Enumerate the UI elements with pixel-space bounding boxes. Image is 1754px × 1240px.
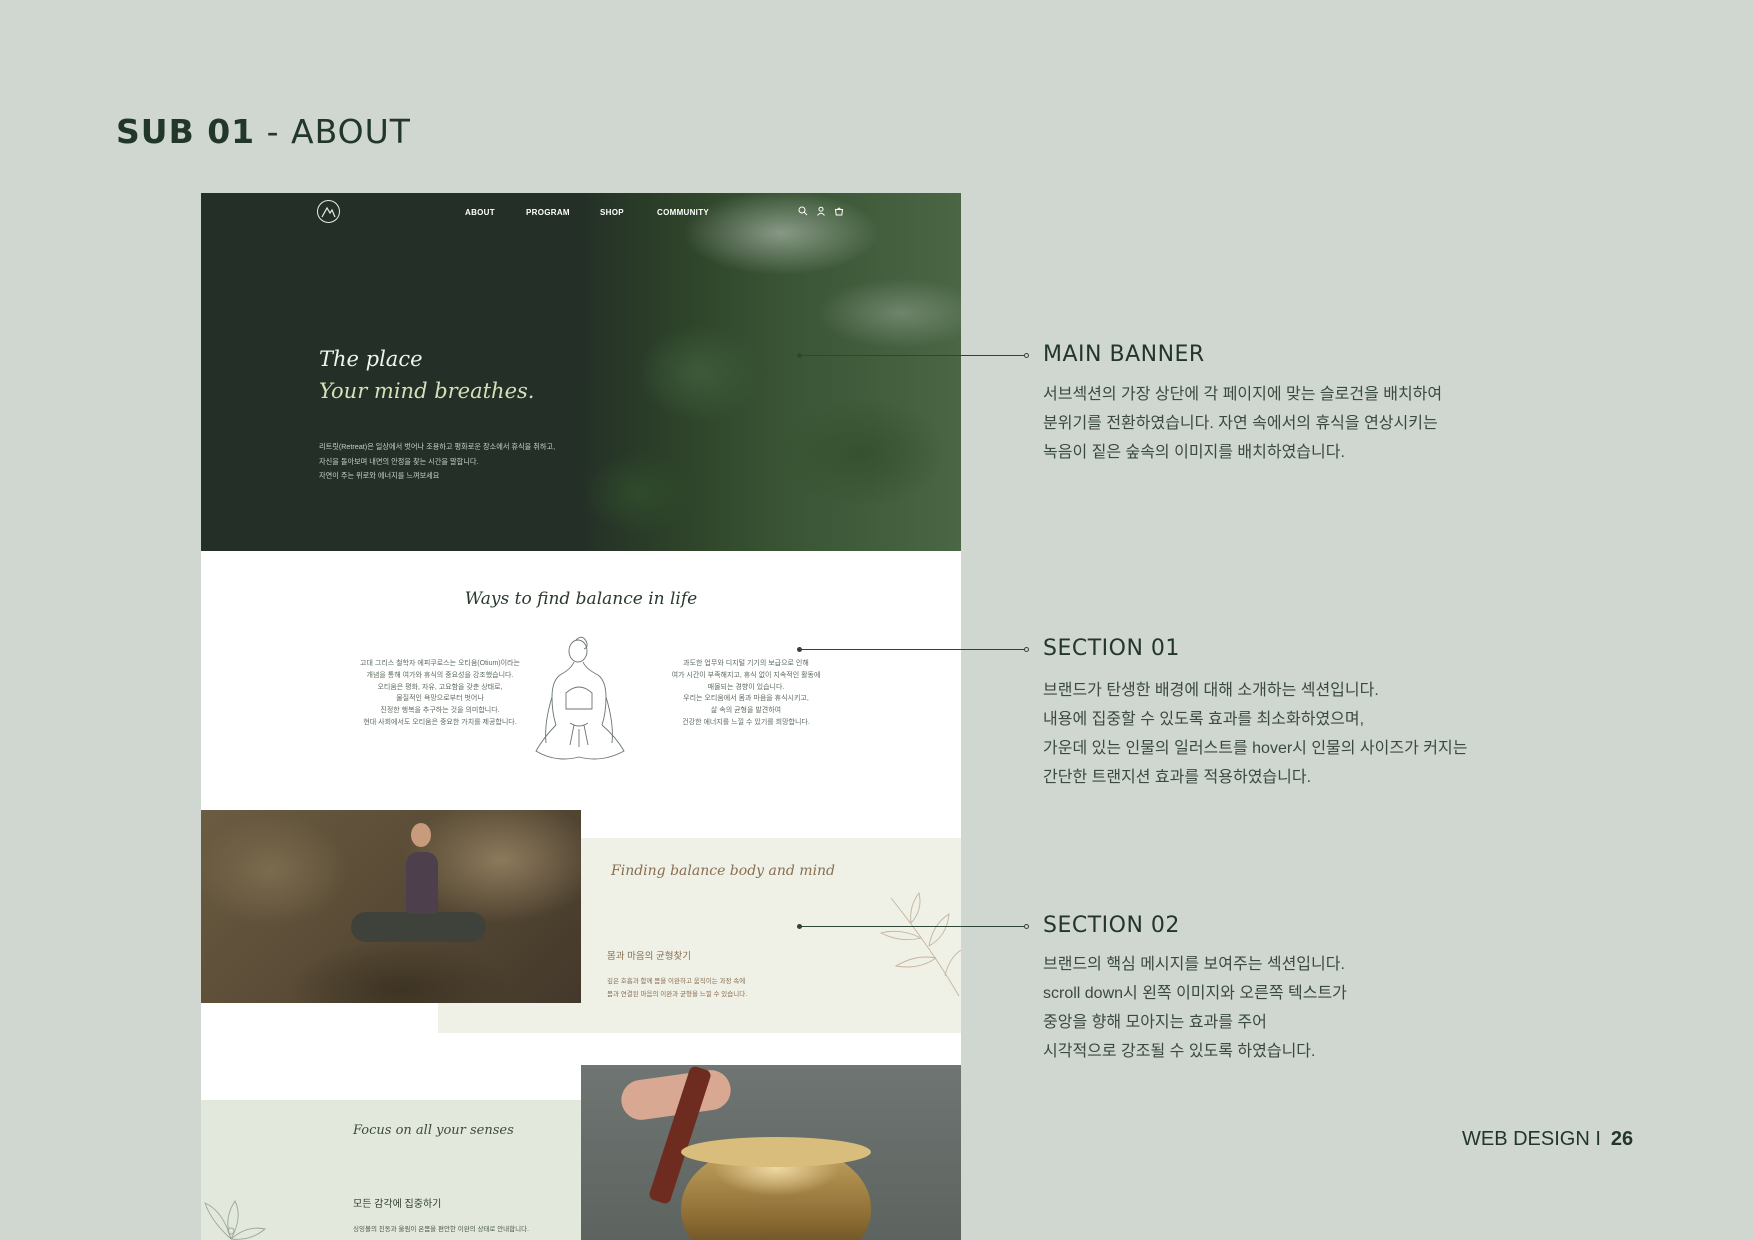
section02-title: Finding balance body and mind [611,863,836,879]
text-line: 깊은 호흡과 함께 몸을 이완하고 움직이는 과정 속에 [607,978,746,985]
annotation-line: 서브섹션의 가장 상단에 각 페이지에 맞는 슬로건을 배치하여 [1043,386,1443,403]
cart-icon[interactable] [834,206,844,216]
forest-image [581,193,961,551]
annotation-line: 중앙을 향해 모아지는 효과를 주어 [1043,1014,1267,1031]
section01-left-text: 고대 그리스 철학자 에피쿠로스는 오티움(Otium)이라는 개념을 통해 여… [340,658,540,729]
text-line: 현대 사회에서도 오티움은 중요한 가치를 제공합니다. [363,718,517,726]
footer-label: WEB DESIGN I [1462,1128,1601,1150]
main-banner: ABOUT PROGRAM SHOP COMMUNITY The place Y… [201,193,961,551]
text-line: 고대 그리스 철학자 에피쿠로스는 오티움(Otium)이라는 [360,660,520,667]
connector-line [800,649,1026,650]
leaf-illustration [879,891,961,997]
text-line: 건강한 에너지를 느낄 수 있기를 희망합니다. [682,718,810,726]
text-line: 우리는 오티움에서 몸과 마음을 휴식시키고, [683,695,809,703]
text-line: 물질적인 욕망으로부터 벗어나 [396,695,484,703]
page-title-bold: SUB 01 [116,112,256,151]
nav-shop[interactable]: SHOP [600,208,624,217]
banner-desc-line: 자신을 돌아보며 내면의 안정을 찾는 시간을 말합니다. [319,456,479,466]
singing-bowl-rim [681,1137,871,1167]
page-number: 26 [1610,1128,1634,1150]
annotation-line: 브랜드가 탄생한 배경에 대해 소개하는 섹션입니다. [1043,682,1379,699]
person-body [406,852,438,914]
annotation-line: 녹음이 짙은 숲속의 이미지를 배치하였습니다. [1043,444,1345,461]
section03-title: Focus on all your senses [353,1123,514,1138]
website-mockup: ABOUT PROGRAM SHOP COMMUNITY The place Y… [201,193,961,1240]
person-legs [351,912,486,942]
annotation-line: 내용에 집중할 수 있도록 효과를 최소화하였으며, [1043,711,1365,728]
footer: WEB DESIGN I 26 [1462,1128,1633,1151]
section02-subtitle: 몸과 마음의 균형찾기 [607,951,691,962]
connector-dot [1024,647,1029,652]
user-icon[interactable] [816,206,826,216]
section01-title: Ways to find balance in life [464,589,698,609]
nav-community[interactable]: COMMUNITY [657,208,709,217]
annotation-line: 브랜드의 핵심 메시지를 보여주는 섹션입니다. [1043,956,1345,973]
annotation-section01-body: 브랜드가 탄생한 배경에 대해 소개하는 섹션입니다. 내용에 집중할 수 있도… [1043,676,1467,792]
text-line: 진정한 행복을 추구하는 것을 의미합니다. [380,707,500,715]
search-icon[interactable] [798,206,808,216]
singing-bowl-photo [581,1065,961,1240]
annotation-line: 가운데 있는 인물의 일러스트를 hover시 인물의 사이즈가 커지는 [1043,740,1468,757]
banner-slogan: The place Your mind breathes. [319,343,534,407]
nav-about[interactable]: ABOUT [465,208,495,217]
annotation-section01-heading: SECTION 01 [1043,636,1180,661]
section03-subtitle: 모든 감각에 집중하기 [353,1199,442,1210]
text-line: 매몰되는 경향이 있습니다. [707,683,785,691]
page-title-light: - ABOUT [255,112,411,151]
yoga-on-rock-photo [201,810,581,1003]
section02-description: 깊은 호흡과 함께 몸을 이완하고 움직이는 과정 속에 몸과 연결된 마음의 … [607,975,747,1001]
top-nav: ABOUT PROGRAM SHOP COMMUNITY [201,193,961,233]
banner-desc-line: 리트릿(Retreat)은 일상에서 벗어나 조용하고 평화로운 장소에서 휴식… [319,442,556,451]
logo-mountain-icon[interactable] [317,200,340,223]
nav-program[interactable]: PROGRAM [526,208,570,217]
annotation-section02-heading: SECTION 02 [1043,913,1180,938]
connector-line [800,926,1026,927]
annotation-line: 시각적으로 강조될 수 있도록 하였습니다. [1043,1043,1316,1060]
banner-desc-line: 자연이 주는 위로와 에너지를 느껴보세요 [319,471,440,480]
text-line: 여가 시간이 부족해지고, 휴식 없이 지속적인 활동에 [671,671,821,679]
connector-line [800,355,1026,356]
annotation-section02-body: 브랜드의 핵심 메시지를 보여주는 섹션입니다. scroll down시 왼쪽… [1043,950,1347,1066]
meditating-figure-illustration[interactable] [526,633,636,775]
annotation-line: 간단한 트랜지션 효과를 적용하였습니다. [1043,769,1312,786]
slogan-line-2: Your mind breathes. [319,379,535,403]
text-line: 삶 속의 균형을 발견하여 [710,707,782,715]
annotation-main-banner-heading: MAIN BANNER [1043,342,1205,367]
connector-dot [1024,353,1029,358]
annotation-main-banner-body: 서브섹션의 가장 상단에 각 페이지에 맞는 슬로건을 배치하여 분위기를 전환… [1043,380,1442,467]
annotation-line: scroll down시 왼쪽 이미지와 오른쪽 텍스트가 [1043,985,1347,1002]
connector-dot [1024,924,1029,929]
text-line: 몸과 연결된 마음의 이완과 균형을 느낄 수 있습니다. [607,991,748,998]
annotation-line: 분위기를 전환하였습니다. 자연 속에서의 휴식을 연상시키는 [1043,415,1438,432]
section01-right-text: 과도한 업무와 디지털 기기의 보급으로 인해 여가 시간이 부족해지고, 휴식… [646,658,846,729]
text-line: 오티움은 평화, 자유, 고요함을 갖춘 상태로, [377,683,503,691]
page-title: SUB 01 - ABOUT [116,112,411,151]
slogan-line-1: The place [319,347,423,371]
section03-description: 싱잉볼의 진동과 울림이 온몸을 편안한 이완의 상태로 안내합니다. [353,1226,529,1233]
text-line: 과도한 업무와 디지털 기기의 보급으로 인해 [683,660,809,667]
banner-description: 리트릿(Retreat)은 일상에서 벗어나 조용하고 평화로운 장소에서 휴식… [319,440,599,484]
person-head [411,823,431,847]
text-line: 개념을 통해 여가와 휴식의 중요성을 강조했습니다. [366,671,514,679]
flower-illustration [204,1200,266,1240]
